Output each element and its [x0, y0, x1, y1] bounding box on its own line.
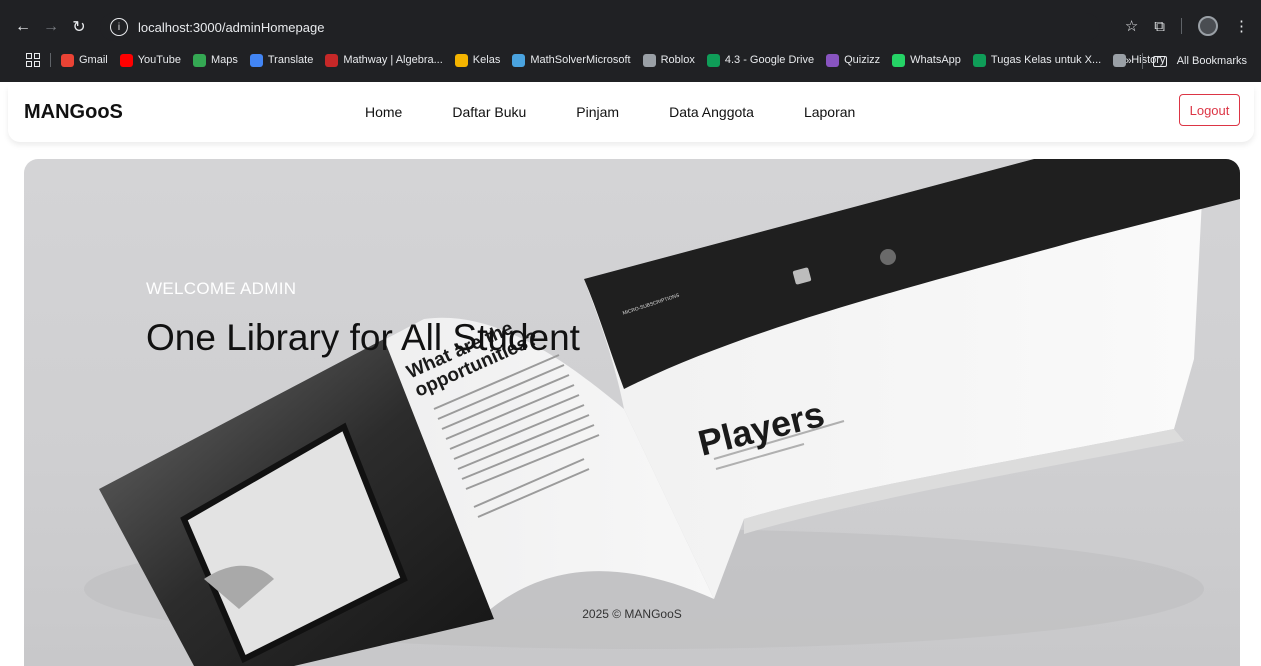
bookmark-label: Kelas	[472, 54, 501, 66]
bookmark-label: Quizizz	[844, 54, 881, 66]
bookmark-label: Translate	[267, 54, 314, 66]
bookmark-label: YouTube	[137, 54, 181, 66]
app-navbar: MANGooS Home Daftar Buku Pinjam Data Ang…	[8, 86, 1254, 142]
brand-logo[interactable]: MANGooS	[24, 101, 123, 124]
more-bookmarks-button[interactable]: »	[1126, 55, 1132, 67]
bookmark-favicon-icon	[249, 53, 263, 67]
bookmark-favicon-icon	[892, 53, 906, 67]
bookmark-favicon-icon	[325, 53, 339, 67]
bookmark-item[interactable]: Tugas Kelas untuk X...	[972, 53, 1102, 67]
browser-chrome: ← → ↻ i localhost:3000/adminHomepage ☆ ⧉…	[0, 0, 1261, 82]
bookmarks-bar: Gmail YouTube Maps Translate Mathway | Algeb…	[0, 46, 1261, 74]
bookmarks-right-divider	[1141, 53, 1143, 69]
forward-arrow-icon[interactable]: →	[40, 16, 62, 38]
bookmark-item[interactable]: WhatsApp	[892, 53, 961, 67]
bookmark-label: WhatsApp	[910, 54, 961, 66]
welcome-text: WELCOME ADMIN	[146, 279, 297, 298]
bookmark-favicon-icon	[826, 53, 840, 67]
bookmark-item[interactable]: YouTube	[119, 53, 181, 67]
bookmark-item[interactable]: Mathway | Algebra...	[325, 53, 443, 67]
open-book-image	[84, 159, 1240, 666]
bookmark-favicon-icon	[642, 53, 656, 67]
toolbar-divider	[1181, 18, 1182, 34]
bookmark-item[interactable]: Kelas	[454, 53, 501, 67]
browser-toolbar: ← → ↻ i localhost:3000/adminHomepage ☆ ⧉…	[0, 10, 1261, 44]
bookmark-label: Gmail	[79, 54, 108, 66]
bookmark-list: Gmail YouTube Maps Translate Mathway | Algeb…	[61, 53, 1177, 67]
bookmark-favicon-icon	[61, 53, 74, 67]
bookmark-label: 4.3 - Google Drive	[724, 54, 815, 66]
bookmark-favicon-icon	[119, 53, 133, 67]
bookmark-star-icon[interactable]: ☆	[1125, 17, 1138, 35]
bookmark-item[interactable]: Gmail	[61, 53, 108, 67]
bookmark-favicon-icon	[706, 53, 720, 67]
browser-menu-icon[interactable]: ⋮	[1234, 17, 1249, 35]
bookmarks-divider	[50, 53, 51, 67]
bookmark-item[interactable]: Quizizz	[826, 53, 881, 67]
bookmark-favicon-icon	[972, 53, 986, 67]
nav-daftar-buku[interactable]: Daftar Buku	[452, 104, 526, 120]
bookmark-item[interactable]: Maps	[192, 53, 238, 67]
profile-avatar[interactable]	[1198, 16, 1218, 36]
nav-laporan[interactable]: Laporan	[804, 104, 855, 120]
browser-actions: ☆ ⧉ ⋮	[1125, 16, 1249, 36]
reload-icon[interactable]: ↻	[68, 16, 90, 38]
address-bar[interactable]: i localhost:3000/adminHomepage	[100, 13, 1100, 41]
nav-pinjam[interactable]: Pinjam	[576, 104, 619, 120]
nav-data-anggota[interactable]: Data Anggota	[669, 104, 754, 120]
bookmark-label: Tugas Kelas untuk X...	[990, 54, 1102, 66]
bookmark-favicon-icon	[192, 53, 206, 67]
logout-button[interactable]: Logout	[1179, 94, 1240, 126]
apps-grid-icon[interactable]	[26, 53, 40, 67]
bookmark-item[interactable]: MathSolverMicrosoft	[512, 53, 631, 67]
footer-copyright: 2025 © MANGooS	[582, 607, 682, 621]
nav-menu: Home Daftar Buku Pinjam Data Anggota Lap…	[365, 104, 855, 120]
bookmark-favicon-icon	[454, 53, 468, 67]
hero-headline: One Library for All Student	[146, 317, 580, 358]
bookmark-favicon-icon	[1113, 53, 1127, 67]
bookmark-label: MathSolverMicrosoft	[530, 54, 631, 66]
back-arrow-icon[interactable]: ←	[12, 16, 34, 38]
bookmark-label: Roblox	[660, 54, 695, 66]
bookmark-item[interactable]: Translate	[249, 53, 314, 67]
url-text[interactable]: localhost:3000/adminHomepage	[138, 20, 324, 35]
extensions-icon[interactable]: ⧉	[1154, 18, 1165, 35]
bookmarks-right: » All Bookmarks	[1126, 53, 1247, 69]
hero-banner: What are the opportunities? Players MICR…	[24, 159, 1240, 666]
bookmark-item[interactable]: 4.3 - Google Drive	[706, 53, 815, 67]
bookmark-label: Mathway | Algebra...	[343, 54, 443, 66]
site-info-icon[interactable]: i	[110, 18, 128, 36]
all-bookmarks-button[interactable]: All Bookmarks	[1177, 55, 1247, 67]
bookmark-favicon-icon	[512, 53, 526, 67]
folder-icon	[1152, 55, 1167, 67]
bookmark-label: Maps	[210, 54, 238, 66]
bookmark-item[interactable]: Roblox	[642, 53, 695, 67]
nav-home[interactable]: Home	[365, 104, 402, 120]
